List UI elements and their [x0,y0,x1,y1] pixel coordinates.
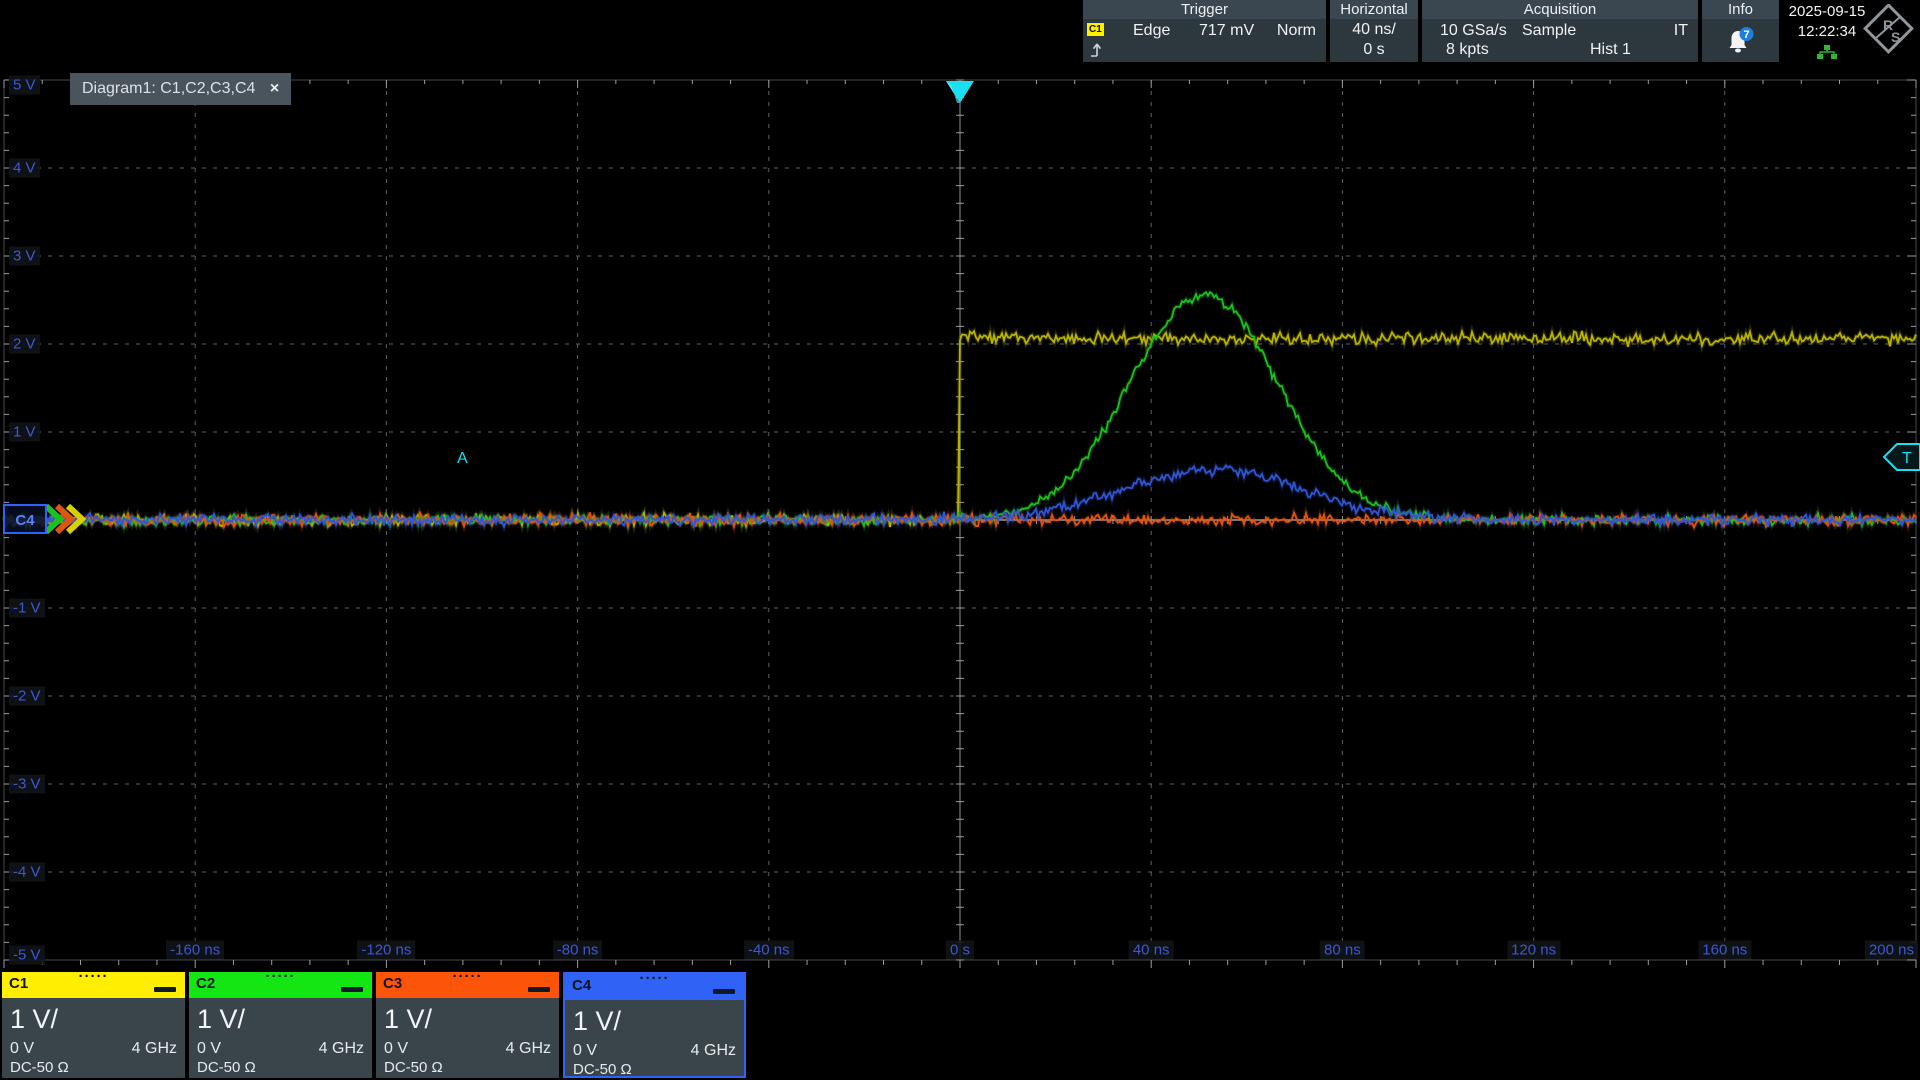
channel-c4-bandwidth: 4 GHz [691,1042,736,1060]
channel-c4-offset: 0 V [573,1042,597,1059]
voltage-label: 2 V [9,335,40,354]
channel-c4-header[interactable]: C4 ····· [565,974,744,1000]
oscilloscope-screen: Trigger C1 Edge 717 mV Norm Horizontal 4… [0,0,1920,1080]
voltage-label: -5 V [9,946,45,965]
time-label: 200 ns [1865,941,1918,960]
time-label: -120 ns [357,941,415,960]
time-label: -40 ns [744,941,794,960]
channel-c1-header[interactable]: C1 ····· [2,972,185,998]
diagram-tab-label: Diagram1: C1,C2,C3,C4 [82,80,255,97]
channel-c3-offset: 0 V [384,1040,408,1057]
minimize-icon[interactable] [713,989,735,994]
channel-c2-bandwidth: 4 GHz [319,1040,364,1058]
channel-c1-scale: 1 V/ [10,1004,58,1035]
channel-box-c4[interactable]: C4 ····· 1 V/ 0 V 4 GHz DC-50 Ω [563,972,746,1078]
time-label: 40 ns [1129,941,1174,960]
channel-c3-scale: 1 V/ [384,1004,432,1035]
channel-c2-header[interactable]: C2 ····· [189,972,372,998]
channel-c2-id: C2 [196,975,215,992]
channel-c2-coupling: DC-50 Ω [197,1059,256,1076]
channel-c1-coupling: DC-50 Ω [10,1059,69,1076]
channel-c3-coupling: DC-50 Ω [384,1059,443,1076]
voltage-label: -4 V [9,863,45,882]
channel-c1-id: C1 [9,975,28,992]
voltage-label: -1 V [9,599,45,618]
channel-c2-scale: 1 V/ [197,1004,245,1035]
channel-offset-marker[interactable]: C4 [4,505,82,533]
drag-handle-icon[interactable]: ····· [266,968,296,985]
diagram-close-icon[interactable]: × [270,80,279,97]
voltage-label: -2 V [9,687,45,706]
channel-c3-bandwidth: 4 GHz [506,1040,551,1058]
trigger-position-marker[interactable] [946,81,974,103]
channel-c3-id: C3 [383,975,402,992]
waveform-display: C4 TA [0,0,1920,1080]
drag-handle-icon[interactable]: ····· [79,968,109,985]
channel-box-c1[interactable]: C1 ····· 1 V/ 0 V 4 GHz DC-50 Ω [2,972,185,1078]
channel-c4-id: C4 [572,977,591,994]
time-label: 0 s [946,941,974,960]
channel-box-c2[interactable]: C2 ····· 1 V/ 0 V 4 GHz DC-50 Ω [189,972,372,1078]
time-label: -80 ns [553,941,603,960]
time-label: 160 ns [1698,941,1751,960]
voltage-label: 5 V [9,76,40,95]
channel-c2-offset: 0 V [197,1040,221,1057]
voltage-label: 3 V [9,247,40,266]
time-label: -160 ns [166,941,224,960]
drag-handle-icon[interactable]: ····· [453,968,483,985]
voltage-label: 4 V [9,159,40,178]
voltage-label: 1 V [9,423,40,442]
offset-marker-label: C4 [15,512,35,529]
channel-c4-scale: 1 V/ [573,1006,621,1037]
diagram-tab[interactable]: Diagram1: C1,C2,C3,C4 × [70,73,291,105]
channel-box-c3[interactable]: C3 ····· 1 V/ 0 V 4 GHz DC-50 Ω [376,972,559,1078]
channel-c1-bandwidth: 4 GHz [132,1040,177,1058]
drag-handle-icon[interactable]: ····· [640,970,670,987]
time-label: 120 ns [1507,941,1560,960]
trigger-armed-badge: TA [457,444,1920,470]
channel-c3-header[interactable]: C3 ····· [376,972,559,998]
minimize-icon[interactable] [341,987,363,992]
svg-text:TA: TA [457,450,1912,467]
minimize-icon[interactable] [528,987,550,992]
channel-c1-offset: 0 V [10,1040,34,1057]
channel-c4-coupling: DC-50 Ω [573,1061,632,1078]
minimize-icon[interactable] [154,987,176,992]
time-label: 80 ns [1320,941,1365,960]
voltage-label: -3 V [9,775,45,794]
